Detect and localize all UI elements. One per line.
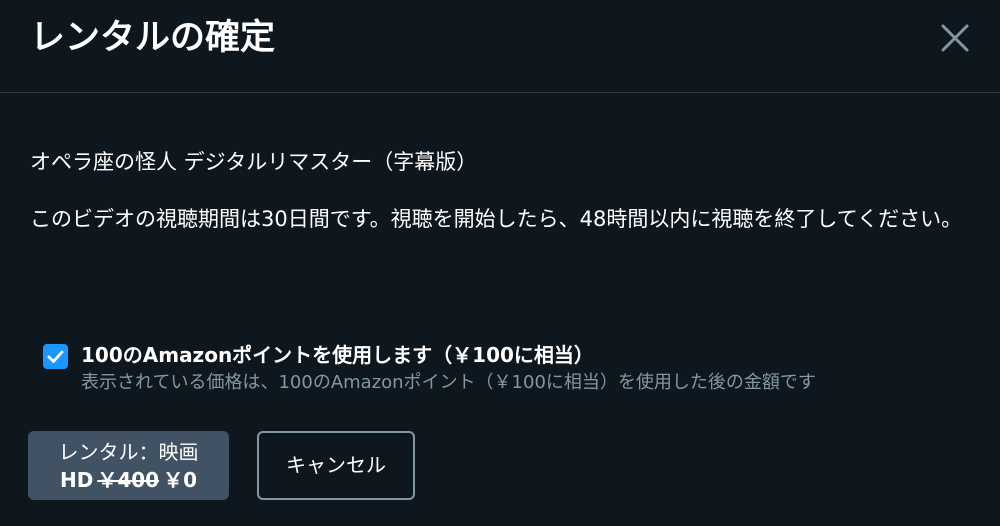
rent-old-price: ￥400 xyxy=(97,468,160,492)
video-title: オペラ座の怪人 デジタルリマスター（字幕版） xyxy=(30,150,478,174)
points-label[interactable]: 100のAmazonポイントを使用します（￥100に相当） xyxy=(81,340,594,370)
rent-quality: HD xyxy=(59,468,94,492)
rent-button-price: HD ￥400 ￥0 xyxy=(28,466,229,494)
close-button[interactable] xyxy=(938,21,972,55)
points-note: 表示されている価格は、100のAmazonポイント（￥100に相当）を使用した後… xyxy=(81,372,816,393)
dialog-header: レンタルの確定 xyxy=(0,0,1000,93)
rent-movie-button[interactable]: レンタル：映画 HD ￥400 ￥0 xyxy=(28,431,229,500)
points-checkbox[interactable] xyxy=(43,344,68,369)
rent-button-label: レンタル：映画 xyxy=(58,440,199,464)
rent-new-price: ￥0 xyxy=(163,468,197,492)
dialog-title: レンタルの確定 xyxy=(30,18,276,58)
cancel-button[interactable]: キャンセル xyxy=(257,431,415,500)
rental-description: このビデオの視聴期間は30日間です。視聴を開始したら、48時間以内に視聴を終了し… xyxy=(30,207,963,231)
checkmark-icon xyxy=(47,350,64,363)
close-icon xyxy=(941,24,969,52)
rental-confirm-dialog: レンタルの確定 オペラ座の怪人 デジタルリマスター（字幕版） このビデオの視聴期… xyxy=(0,0,1000,526)
